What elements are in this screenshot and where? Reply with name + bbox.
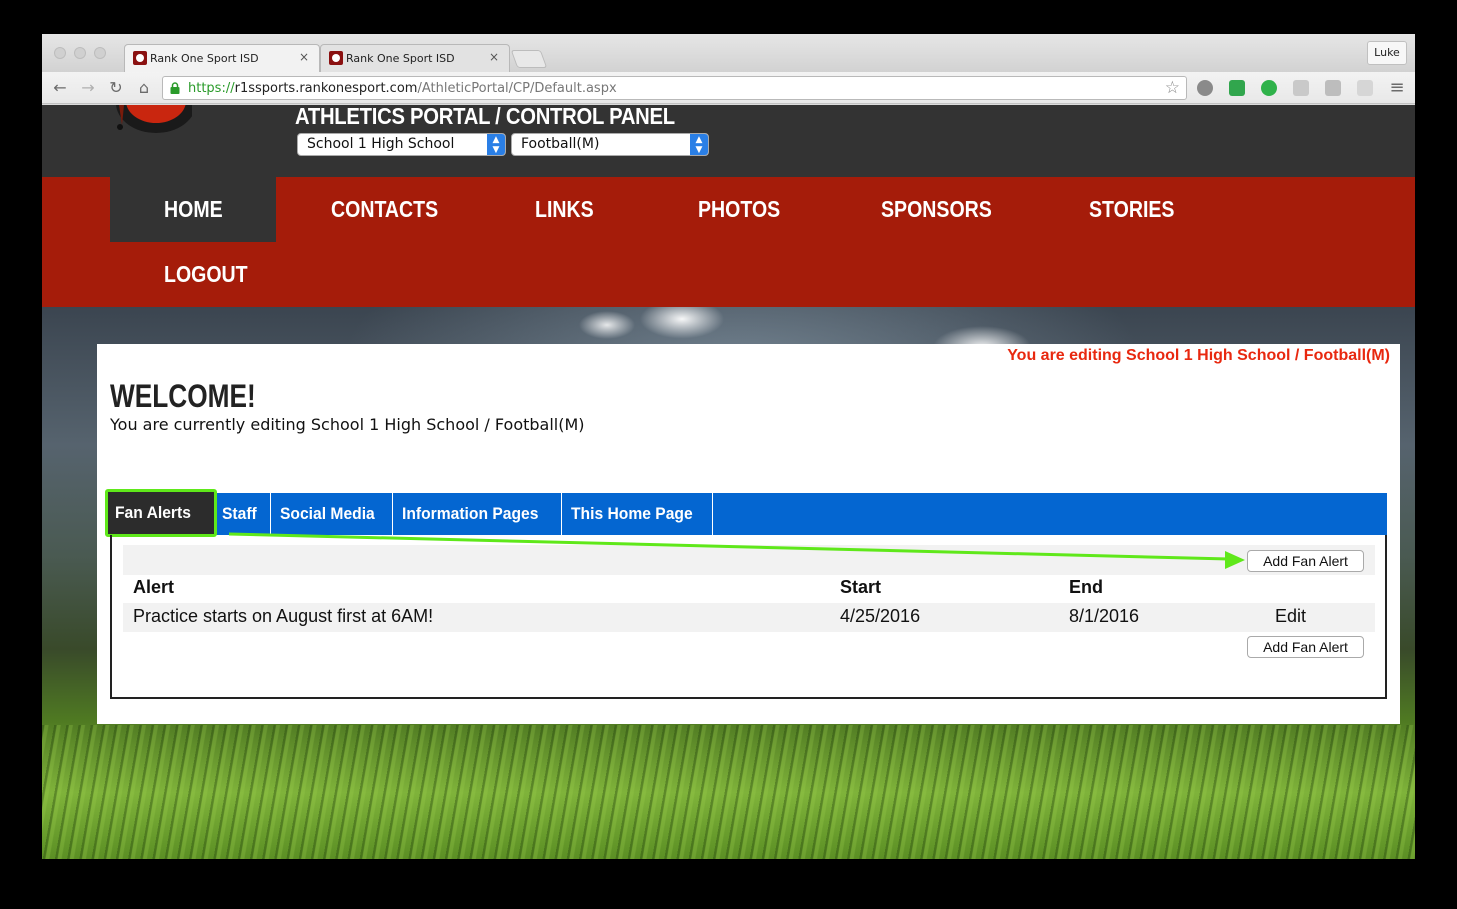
alert-text: Practice starts on August first at 6AM! xyxy=(133,606,434,626)
tab-strip: Rank One Sport ISD × Rank One Sport ISD … xyxy=(42,34,1415,72)
home-icon[interactable]: ⌂ xyxy=(134,78,154,98)
school-logo-icon xyxy=(116,105,192,133)
nav-logout[interactable]: LOGOUT xyxy=(164,242,262,307)
editing-banner: You are editing School 1 High School / F… xyxy=(1007,347,1390,364)
tab-staff[interactable]: Staff xyxy=(217,493,271,535)
menu-icon[interactable]: ≡ xyxy=(1387,78,1407,98)
panel-tabs: Fan Alerts Staff Social Media Informatio… xyxy=(105,489,1387,537)
add-row xyxy=(123,545,1375,575)
zoom-window-button[interactable] xyxy=(94,47,106,59)
content-panel: You are editing School 1 High School / F… xyxy=(97,344,1400,724)
welcome-title: WELCOME! xyxy=(110,378,256,414)
grass-background xyxy=(42,725,1415,859)
nav-sponsors[interactable]: SPONSORS xyxy=(881,177,1011,242)
alert-end-date: 8/1/2016 xyxy=(1069,606,1140,626)
minimize-window-button[interactable] xyxy=(74,47,86,59)
tab-this-home-page[interactable]: This Home Page xyxy=(562,493,713,535)
column-header-start: Start xyxy=(840,577,882,597)
nav-links[interactable]: LINKS xyxy=(535,177,604,242)
settings-gear-icon[interactable] xyxy=(1197,80,1213,96)
address-bar[interactable]: https://r1ssports.rankonesport.com/Athle… xyxy=(162,76,1187,100)
table-row: Practice starts on August first at 6AM! … xyxy=(123,603,1375,632)
sport-select-value: Football(M) xyxy=(521,136,600,152)
tab-title: Rank One Sport ISD xyxy=(150,52,259,65)
site-header: ATHLETICS PORTAL / CONTROL PANEL School … xyxy=(42,105,1415,177)
fan-alerts-content: Add Fan Alert Alert Start End Practice s… xyxy=(110,535,1387,699)
browser-tab-1[interactable]: Rank One Sport ISD × xyxy=(124,44,320,72)
url-text: https://r1ssports.rankonesport.com/Athle… xyxy=(188,81,617,96)
add-fan-alert-button[interactable]: Add Fan Alert xyxy=(1247,550,1364,572)
select-arrows-icon: ▲ ▼ xyxy=(487,134,505,155)
site-favicon-icon xyxy=(329,51,343,65)
select-arrows-icon: ▲ ▼ xyxy=(690,134,708,155)
school-select-value: School 1 High School xyxy=(307,136,455,152)
new-tab-button[interactable] xyxy=(510,50,548,68)
devices-icon[interactable] xyxy=(1325,80,1341,96)
hangouts-icon[interactable] xyxy=(1261,80,1277,96)
nav-stories[interactable]: STORIES xyxy=(1089,177,1190,242)
forward-icon[interactable]: → xyxy=(78,78,98,98)
main-nav: HOME CONTACTS LINKS PHOTOS SPONSORS STOR… xyxy=(42,177,1415,307)
tab-fan-alerts[interactable]: Fan Alerts xyxy=(105,489,217,537)
nav-home[interactable]: HOME xyxy=(110,177,276,242)
portal-title: ATHLETICS PORTAL / CONTROL PANEL xyxy=(295,105,675,129)
column-header-end: End xyxy=(1069,577,1103,597)
reload-icon[interactable]: ↻ xyxy=(106,78,126,98)
sport-select[interactable]: Football(M) ▲ ▼ xyxy=(511,133,709,156)
column-header-alert: Alert xyxy=(133,577,175,597)
add-fan-alert-button-bottom[interactable]: Add Fan Alert xyxy=(1247,636,1364,658)
tab-close-icon[interactable]: × xyxy=(489,50,499,64)
web-page: ATHLETICS PORTAL / CONTROL PANEL School … xyxy=(42,105,1415,859)
back-icon[interactable]: ← xyxy=(50,78,70,98)
tab-information-pages[interactable]: Information Pages xyxy=(393,493,562,535)
site-favicon-icon xyxy=(133,51,147,65)
profile-button[interactable]: Luke xyxy=(1367,41,1407,65)
bookmark-star-icon[interactable]: ☆ xyxy=(1165,78,1180,98)
tab-close-icon[interactable]: × xyxy=(299,50,309,64)
edit-link[interactable]: Edit xyxy=(1275,606,1306,627)
nav-contacts[interactable]: CONTACTS xyxy=(331,177,457,242)
browser-window: Rank One Sport ISD × Rank One Sport ISD … xyxy=(42,34,1415,859)
cast-icon[interactable] xyxy=(1293,80,1309,96)
s-extension-icon[interactable] xyxy=(1229,80,1245,96)
close-window-button[interactable] xyxy=(54,47,66,59)
lock-icon xyxy=(170,82,180,94)
tab-title: Rank One Sport ISD xyxy=(346,52,455,65)
extension-icon[interactable] xyxy=(1357,80,1373,96)
nav-photos[interactable]: PHOTOS xyxy=(698,177,795,242)
browser-toolbar: ← → ↻ ⌂ https://r1ssports.rankonesport.c… xyxy=(42,72,1415,104)
alert-start-date: 4/25/2016 xyxy=(840,606,921,626)
browser-tab-2[interactable]: Rank One Sport ISD × xyxy=(320,44,510,72)
school-select[interactable]: School 1 High School ▲ ▼ xyxy=(297,133,506,156)
welcome-subtitle: You are currently editing School 1 High … xyxy=(110,415,585,434)
tab-social-media[interactable]: Social Media xyxy=(271,493,393,535)
